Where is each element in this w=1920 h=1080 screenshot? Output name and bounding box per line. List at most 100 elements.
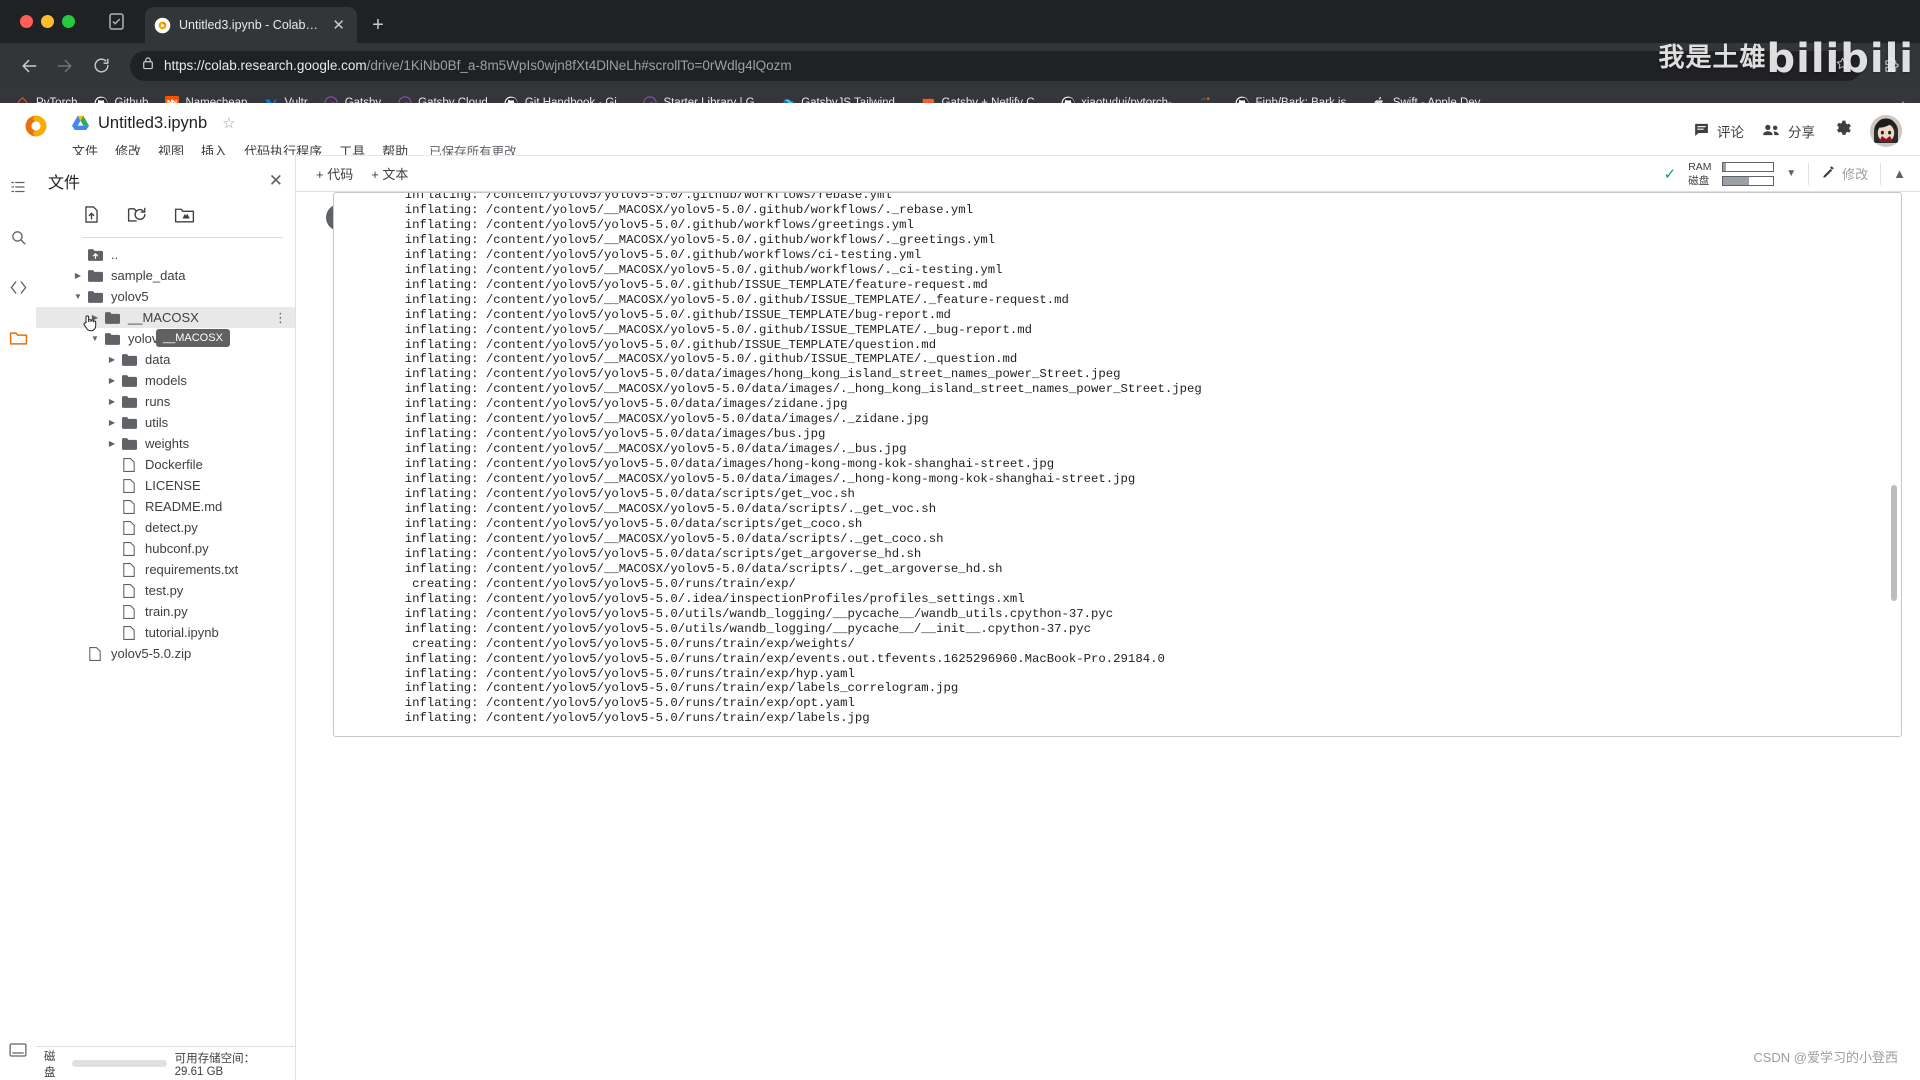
star-outline-icon[interactable]: ☆ bbox=[222, 114, 235, 132]
file-tree-item[interactable]: ▶ __MACOSX ⋮ __MACOSX bbox=[36, 307, 295, 347]
file-tree-item-label: requirements.txt bbox=[145, 562, 239, 577]
bookmark-star-icon[interactable] bbox=[1835, 56, 1850, 76]
file-tree-item[interactable]: README.md bbox=[36, 496, 295, 517]
output-line: inflating: /content/yolov5/__MACOSX/yolo… bbox=[390, 352, 1018, 367]
file-item-more-menu-icon[interactable]: ⋮ bbox=[274, 311, 287, 324]
file-tree-item[interactable]: detect.py bbox=[36, 517, 295, 538]
file-tree-item-label: utils bbox=[145, 415, 169, 430]
forward-icon[interactable] bbox=[48, 49, 82, 83]
file-tree-item-label: Dockerfile bbox=[145, 457, 203, 472]
chevron-up-icon[interactable]: ▲ bbox=[1893, 166, 1906, 181]
output-line: inflating: /content/yolov5/__MACOSX/yolo… bbox=[390, 531, 944, 546]
close-icon[interactable]: ✕ bbox=[269, 171, 283, 191]
output-line: inflating: /content/yolov5/yolov5-5.0/da… bbox=[390, 457, 1055, 472]
file-tree-item[interactable]: ▶ sample_data bbox=[36, 265, 295, 286]
new-tab-button[interactable]: + bbox=[363, 7, 393, 43]
folder-icon bbox=[103, 332, 121, 345]
colab-logo[interactable] bbox=[0, 103, 72, 139]
colab-app: Untitled3.ipynb ☆ 文件 修改 视图 插入 代码执行程序 工具 … bbox=[0, 103, 1920, 1080]
csdn-watermark: CSDN @爱学习的小登西 bbox=[1753, 1050, 1898, 1065]
file-tree-item[interactable]: ▼ yolov5 bbox=[36, 286, 295, 307]
browser-tab[interactable]: Untitled3.ipynb - Colaboratory ✕ bbox=[145, 7, 357, 43]
url-text: https://colab.research.google.com/drive/… bbox=[164, 58, 792, 73]
minimize-window-button[interactable] bbox=[41, 15, 54, 28]
output-line: creating: /content/yolov5/yolov5-5.0/run… bbox=[390, 576, 796, 591]
colab-icon bbox=[154, 17, 171, 34]
folder-icon bbox=[86, 290, 104, 303]
cell-output: inflating: /content/yolov5/yolov5-5.0/.g… bbox=[333, 192, 1902, 737]
output-text: inflating: /content/yolov5/yolov5-5.0/.g… bbox=[334, 193, 1901, 726]
notebook-title[interactable]: Untitled3.ipynb bbox=[98, 114, 207, 133]
lock-icon bbox=[142, 56, 154, 75]
url-path: /drive/1KiNb0Bf_a-8m5WpIs0wjn8fXt4DlNeLh… bbox=[366, 58, 792, 73]
sidebar-item-files[interactable] bbox=[6, 325, 30, 349]
sidebar-item-search[interactable] bbox=[6, 225, 30, 249]
file-tree-item-label: weights bbox=[145, 436, 190, 451]
output-line: inflating: /content/yolov5/__MACOSX/yolo… bbox=[390, 322, 1033, 337]
close-icon[interactable]: ✕ bbox=[329, 16, 348, 35]
file-tree-item[interactable]: ▶ utils bbox=[36, 412, 295, 433]
colab-title-area: Untitled3.ipynb ☆ 文件 修改 视图 插入 代码执行程序 工具 … bbox=[72, 103, 517, 161]
mount-drive-icon[interactable] bbox=[174, 205, 195, 229]
output-line: inflating: /content/yolov5/yolov5-5.0/da… bbox=[390, 427, 826, 442]
chevron-right-icon[interactable]: ▶ bbox=[87, 313, 103, 322]
file-tree-item[interactable]: ▶ weights bbox=[36, 433, 295, 454]
file-tree-item[interactable]: Dockerfile bbox=[36, 454, 295, 475]
share-button[interactable]: 分享 bbox=[1762, 121, 1815, 141]
maximize-window-button[interactable] bbox=[62, 15, 75, 28]
file-tree-item-label: runs bbox=[145, 394, 171, 409]
address-bar[interactable]: https://colab.research.google.com/drive/… bbox=[130, 50, 1862, 81]
chevron-right-icon[interactable]: ▶ bbox=[104, 376, 120, 385]
file-icon bbox=[86, 646, 104, 661]
file-tree-item[interactable]: LICENSE bbox=[36, 475, 295, 496]
chevron-down-icon[interactable]: ▼ bbox=[70, 292, 86, 301]
connected-check-icon: ✓ bbox=[1663, 165, 1677, 183]
file-tree-item[interactable]: hubconf.py bbox=[36, 538, 295, 559]
avatar[interactable] bbox=[1870, 115, 1902, 147]
sidebar-item-terminal[interactable] bbox=[6, 1038, 30, 1062]
edit-label: 修改 bbox=[1842, 167, 1869, 182]
ram-bar bbox=[1722, 161, 1775, 172]
folder-icon bbox=[120, 395, 138, 408]
chevron-right-icon[interactable]: ▶ bbox=[70, 271, 86, 280]
file-tree-item-label: README.md bbox=[145, 499, 223, 514]
file-tree-item[interactable]: tutorial.ipynb bbox=[36, 622, 295, 643]
close-window-button[interactable] bbox=[20, 15, 33, 28]
file-tree-item[interactable]: requirements.txt bbox=[36, 559, 295, 580]
file-tree-item[interactable]: ▶ data bbox=[36, 349, 295, 370]
chevron-right-icon[interactable]: ▶ bbox=[104, 355, 120, 364]
output-line: inflating: /content/yolov5/__MACOSX/yolo… bbox=[390, 502, 937, 517]
settings-button[interactable] bbox=[1833, 119, 1852, 143]
resource-meters[interactable]: RAM 磁盘 bbox=[1688, 161, 1775, 187]
reload-icon[interactable] bbox=[84, 49, 118, 83]
output-line: inflating: /content/yolov5/yolov5-5.0/ru… bbox=[390, 651, 1165, 666]
chevron-right-icon[interactable]: ▶ bbox=[104, 418, 120, 427]
sidebar-item-table-of-contents[interactable] bbox=[6, 175, 30, 199]
file-tree-item[interactable]: ▶ models bbox=[36, 370, 295, 391]
caret-down-icon[interactable]: ▼ bbox=[1786, 168, 1796, 179]
chevron-right-icon[interactable]: ▶ bbox=[104, 439, 120, 448]
file-tree-item[interactable]: test.py bbox=[36, 580, 295, 601]
chevron-down-icon[interactable]: ▼ bbox=[87, 334, 103, 343]
sidebar-item-code-snippets[interactable] bbox=[6, 275, 30, 299]
file-icon bbox=[120, 583, 138, 598]
refresh-folder-icon[interactable] bbox=[127, 205, 148, 229]
tab-search-icon[interactable] bbox=[99, 0, 133, 43]
puzzle-icon[interactable] bbox=[1874, 49, 1908, 83]
comment-button[interactable]: 评论 bbox=[1693, 121, 1744, 141]
file-tree-item[interactable]: ▶ runs bbox=[36, 391, 295, 412]
file-tree-item[interactable]: .. bbox=[36, 244, 295, 265]
add-code-cell-button[interactable]: + 代码 bbox=[316, 164, 353, 183]
file-tree-item[interactable]: yolov5-5.0.zip bbox=[36, 643, 295, 664]
edit-button[interactable]: 修改 bbox=[1821, 164, 1868, 183]
file-icon bbox=[120, 478, 138, 493]
upload-file-icon[interactable] bbox=[82, 205, 101, 229]
file-tree-item-label: LICENSE bbox=[145, 478, 201, 493]
back-icon[interactable] bbox=[12, 49, 46, 83]
file-tree-item[interactable]: train.py bbox=[36, 601, 295, 622]
output-scrollbar[interactable] bbox=[1891, 485, 1897, 601]
notebook-area: ▶ inflating: /content/yolov5/yolov5-5.0/… bbox=[297, 192, 1920, 1080]
add-text-cell-button[interactable]: + 文本 bbox=[371, 164, 408, 183]
chevron-right-icon[interactable]: ▶ bbox=[104, 397, 120, 406]
file-icon bbox=[120, 457, 138, 472]
